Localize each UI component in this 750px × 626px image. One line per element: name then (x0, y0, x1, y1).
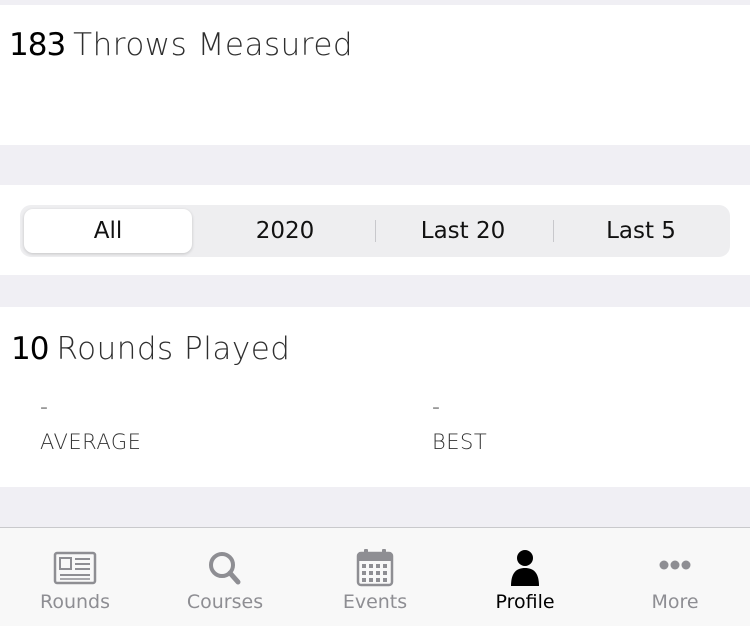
time-filter-segmented-control: All 2020 Last 20 Last 5 (20, 205, 730, 257)
rounds-card: 10 Rounds Played - AVERAGE - BEST (0, 307, 750, 487)
average-stat: - AVERAGE (40, 395, 141, 454)
tab-events-label: Events (342, 591, 408, 613)
tab-more[interactable]: More (600, 528, 750, 626)
tab-profile-label: Profile (495, 591, 555, 613)
segment-all[interactable]: All (24, 209, 192, 253)
segment-last-20[interactable]: Last 20 (379, 209, 547, 253)
best-value: - (432, 395, 440, 420)
tab-bar: Rounds Courses Events Profile More (0, 527, 750, 626)
segment-last-5[interactable]: Last 5 (557, 209, 725, 253)
average-value: - (40, 395, 48, 420)
throws-label: Throws Measured (73, 27, 354, 63)
tab-rounds[interactable]: Rounds (0, 528, 150, 626)
throws-card: 183 Throws Measured (0, 5, 750, 145)
rounds-label: Rounds Played (56, 331, 291, 367)
throws-measured-heading: 183 Throws Measured (9, 27, 353, 63)
segment-2020[interactable]: 2020 (201, 209, 369, 253)
average-label: AVERAGE (40, 430, 142, 454)
ellipsis-icon (653, 548, 697, 588)
segment-divider (375, 220, 376, 242)
tab-courses-label: Courses (186, 591, 264, 613)
best-stat: - BEST (432, 395, 487, 454)
rounds-played-heading: 10 Rounds Played (11, 331, 290, 367)
rounds-count: 10 (11, 331, 49, 367)
filter-card: All 2020 Last 20 Last 5 (0, 185, 750, 275)
newspaper-icon (53, 548, 97, 588)
tab-more-label: More (651, 591, 699, 613)
tab-rounds-label: Rounds (39, 591, 111, 613)
best-label: BEST (432, 430, 488, 454)
segment-divider (553, 220, 554, 242)
tab-events[interactable]: Events (300, 528, 450, 626)
tab-profile[interactable]: Profile (450, 528, 600, 626)
search-icon (203, 548, 247, 588)
calendar-icon (353, 548, 397, 588)
person-icon (503, 548, 547, 588)
throws-count: 183 (9, 27, 66, 63)
tab-courses[interactable]: Courses (150, 528, 300, 626)
